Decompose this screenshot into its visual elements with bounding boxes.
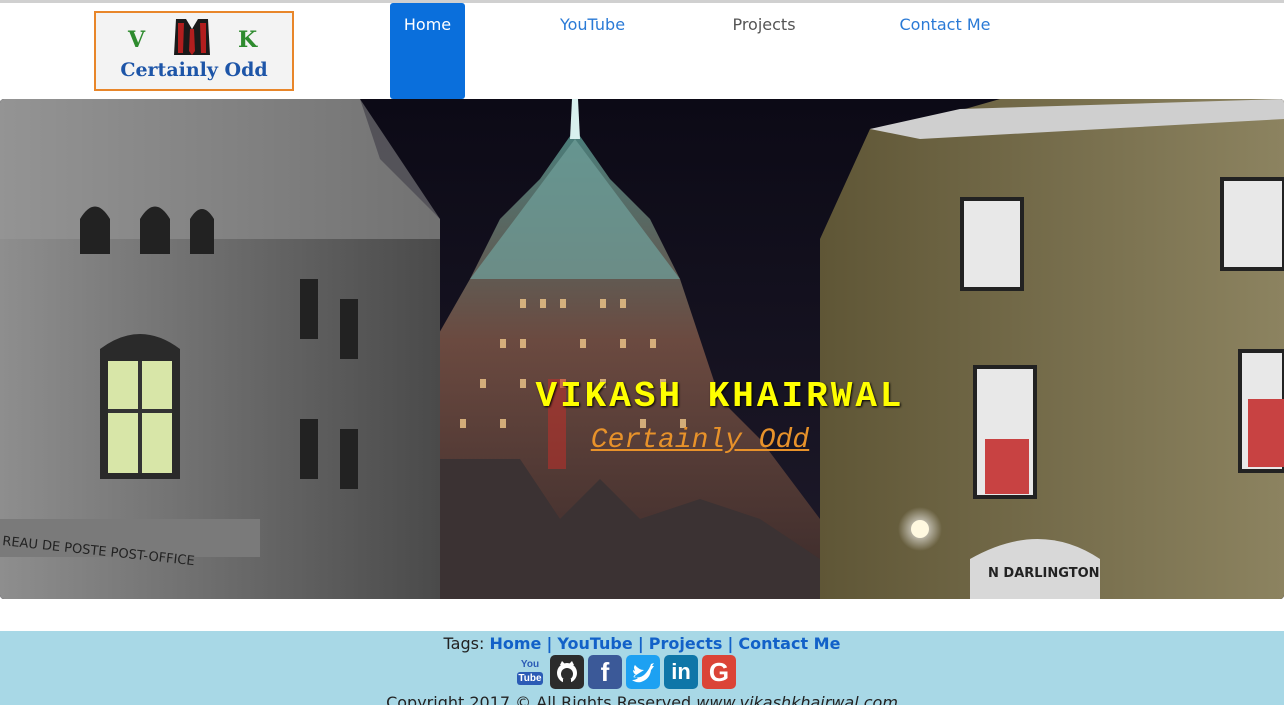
youtube-icon-top: You [520, 659, 540, 670]
youtube-icon-bottom: Tube [517, 672, 543, 685]
hero-subtitle[interactable]: Certainly Odd [0, 425, 1284, 456]
tag-projects[interactable]: Projects [649, 634, 723, 653]
tag-separator: | [637, 634, 644, 653]
hero-background-image: REAU DE POSTE POST-OFFICE N DARLINGTON [0, 99, 1284, 599]
tag-contact-me[interactable]: Contact Me [738, 634, 840, 653]
tag-separator: | [727, 634, 734, 653]
suit-icon [174, 19, 210, 55]
logo-letter-k: K [238, 27, 258, 53]
hero-title: VIKASH KHAIRWAL [535, 376, 905, 417]
copyright-site: www.vikashkhairwal.com [696, 693, 898, 705]
nav-youtube[interactable]: YouTube [545, 3, 640, 99]
nav-projects[interactable]: Projects [720, 3, 808, 99]
copyright: Copyright 2017 © All Rights Reserved www… [0, 693, 1284, 705]
youtube-icon[interactable]: You Tube [517, 659, 543, 687]
twitter-icon[interactable] [626, 655, 660, 689]
tags-label: Tags: [443, 634, 485, 653]
copyright-text: Copyright 2017 © All Rights Reserved [386, 693, 692, 705]
site-logo[interactable]: V K Certainly Odd [94, 11, 294, 91]
google-icon[interactable]: G [702, 655, 736, 689]
tag-home[interactable]: Home [489, 634, 541, 653]
tag-youtube[interactable]: YouTube [557, 634, 632, 653]
tag-separator: | [546, 634, 553, 653]
nav-home[interactable]: Home [390, 3, 465, 99]
footer: Tags: Home | YouTube | Projects | Contac… [0, 631, 1284, 705]
linkedin-icon[interactable]: in [664, 655, 698, 689]
footer-tags: Tags: Home | YouTube | Projects | Contac… [0, 634, 1284, 653]
logo-letter-v: V [128, 27, 146, 53]
street-sign: N DARLINGTON [988, 566, 1100, 581]
logo-caption: Certainly Odd [120, 59, 268, 81]
nav-contact-me[interactable]: Contact Me [890, 3, 1000, 99]
navbar: V K Certainly Odd Home YouTube Projects … [0, 3, 1284, 99]
hero-banner: REAU DE POSTE POST-OFFICE N DARLINGTON V… [0, 99, 1284, 599]
facebook-icon[interactable]: f [588, 655, 622, 689]
github-icon[interactable] [550, 655, 584, 689]
